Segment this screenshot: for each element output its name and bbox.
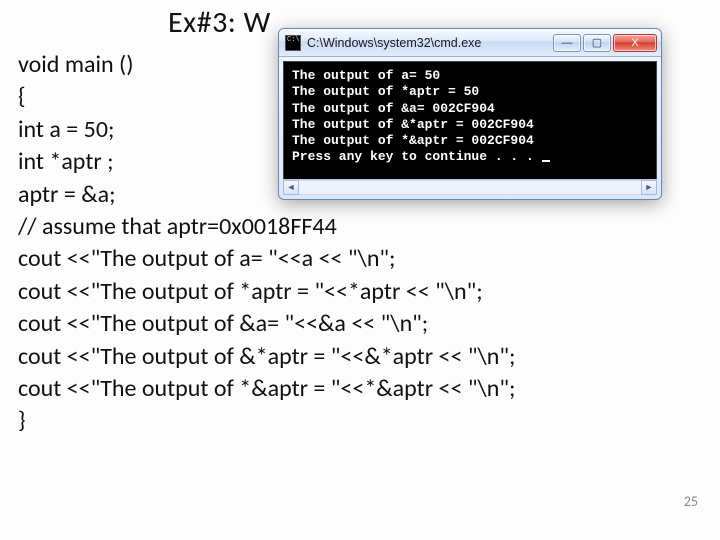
maximize-button[interactable]: ▢ — [583, 34, 611, 52]
terminal-cursor — [542, 160, 550, 162]
cmd-window: C:\Windows\system32\cmd.exe — ▢ X The ou… — [278, 28, 662, 200]
page-number: 25 — [684, 493, 698, 510]
terminal-body: The output of a= 50 The output of *aptr … — [283, 61, 657, 195]
slide: Ex#3: W void main () { int a = 50; int *… — [0, 0, 720, 540]
close-button[interactable]: X — [613, 34, 657, 52]
minimize-button[interactable]: — — [553, 34, 581, 52]
terminal-output: The output of a= 50 The output of *aptr … — [292, 68, 648, 166]
cmd-icon — [285, 35, 301, 51]
window-title: C:\Windows\system32\cmd.exe — [307, 36, 553, 50]
scroll-left-button[interactable]: ◄ — [283, 180, 299, 195]
horizontal-scrollbar[interactable]: ◄ ► — [283, 179, 657, 195]
scroll-track[interactable] — [299, 180, 641, 195]
scroll-right-button[interactable]: ► — [641, 180, 657, 195]
window-buttons: — ▢ X — [553, 34, 657, 52]
window-titlebar[interactable]: C:\Windows\system32\cmd.exe — ▢ X — [279, 29, 661, 57]
